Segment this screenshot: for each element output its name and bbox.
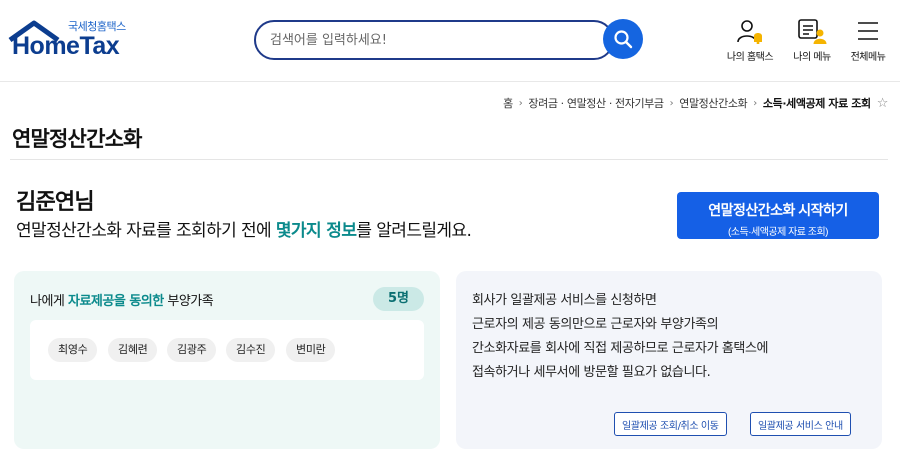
nav-my-hometax-label: 나의 홈택스 <box>726 52 774 63</box>
description-line: 간소화자료를 회사에 직접 제공하므로 근로자가 홈택스에 <box>472 341 769 356</box>
dependent-chip: 최영수 <box>48 338 98 362</box>
dependents-count-badge: 5명 <box>373 287 424 311</box>
breadcrumb-home[interactable]: 홈 <box>503 95 513 111</box>
search-input[interactable] <box>270 30 590 50</box>
nav-my-menu[interactable]: 나의 메뉴 <box>782 18 842 63</box>
dependent-chip: 김수진 <box>226 338 276 362</box>
chevron-right-icon: › <box>518 97 523 109</box>
hamburger-icon <box>858 22 878 40</box>
chevron-right-icon: › <box>669 97 674 109</box>
bulk-provision-lookup-button[interactable]: 일괄제공 조회/취소 이동 <box>614 412 727 436</box>
breadcrumb-current: 소득·세액공제 자료 조회 <box>762 97 871 110</box>
breadcrumb-item[interactable]: 장려금 · 연말정산 · 전자기부금 <box>528 95 664 111</box>
greeting-text: 연말정산간소화 자료를 조회하기 전에 <box>16 221 276 241</box>
title-text: 나에게 <box>30 294 69 309</box>
chevron-right-icon: › <box>753 97 757 109</box>
divider <box>10 159 888 160</box>
greeting-text-end: 를 알려드릴게요. <box>356 221 472 241</box>
star-icon[interactable]: ☆ <box>877 96 889 111</box>
breadcrumb: 홈 › 장려금 · 연말정산 · 전자기부금 › 연말정산간소화 › 소득·세액… <box>503 95 888 111</box>
dependents-card: 나에게 자료제공을 동의한 부양가족 5명 최영수 김혜련 김광주 김수진 변미… <box>14 271 440 449</box>
title-highlight: 자료제공을 동의한 <box>68 294 164 309</box>
hometax-logo[interactable]: 국세청홈택스 HomeTax <box>8 18 133 62</box>
bulk-provision-guide-button[interactable]: 일괄제공 서비스 안내 <box>750 412 851 436</box>
person-bell-icon <box>737 20 762 44</box>
dependents-list: 최영수 김혜련 김광주 김수진 변미란 <box>30 320 424 380</box>
search-box <box>254 20 614 60</box>
description-line: 근로자의 제공 동의만으로 근로자와 부양가족의 <box>472 317 719 332</box>
search-button[interactable] <box>603 19 643 59</box>
logo-wordmark: HomeTax <box>12 32 120 60</box>
search-icon <box>614 30 633 49</box>
dependents-card-title: 나에게 자료제공을 동의한 부양가족 <box>30 290 214 309</box>
dependent-chip: 김혜련 <box>108 338 158 362</box>
page-title: 연말정산간소화 <box>12 127 142 151</box>
dependent-chip: 변미란 <box>286 338 336 362</box>
user-name: 김준연님 <box>16 190 95 215</box>
greeting-highlight: 몇가지 정보 <box>275 221 357 241</box>
description-line: 회사가 일괄제공 서비스를 신청하면 <box>472 293 657 308</box>
nav-all-menu[interactable]: 전체메뉴 <box>838 18 898 63</box>
nav-all-menu-label: 전체메뉴 <box>850 52 886 63</box>
site-header: 국세청홈택스 HomeTax 나의 홈택스 <box>0 0 900 82</box>
bulk-provision-description: 회사가 일괄제공 서비스를 신청하면 근로자의 제공 동의만으로 근로자와 부양… <box>472 289 769 385</box>
start-button-label: 연말정산간소화 시작하기 <box>708 202 848 218</box>
menu-person-icon <box>798 19 827 44</box>
greeting-message: 연말정산간소화 자료를 조회하기 전에 몇가지 정보를 알려드릴게요. <box>16 216 472 241</box>
breadcrumb-item[interactable]: 연말정산간소화 <box>679 95 747 111</box>
nav-my-hometax[interactable]: 나의 홈택스 <box>720 18 780 63</box>
start-simplified-button[interactable]: 연말정산간소화 시작하기 (소득·세액공제 자료 조회) <box>677 192 879 239</box>
start-button-sublabel: (소득·세액공제 자료 조회) <box>727 227 829 238</box>
nav-my-menu-label: 나의 메뉴 <box>793 52 831 63</box>
title-text-end: 부양가족 <box>163 294 214 309</box>
dependent-chip: 김광주 <box>167 338 217 362</box>
description-line: 접속하거나 세무서에 방문할 필요가 없습니다. <box>472 365 711 380</box>
bulk-provision-card: 회사가 일괄제공 서비스를 신청하면 근로자의 제공 동의만으로 근로자와 부양… <box>456 271 882 449</box>
